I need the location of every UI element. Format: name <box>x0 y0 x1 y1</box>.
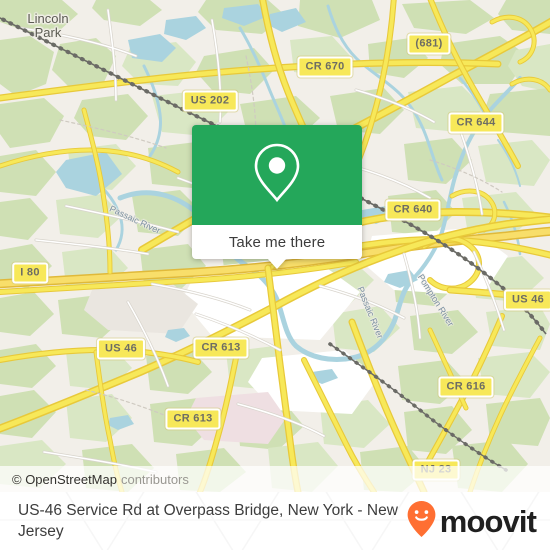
shield-us-46-west[interactable]: US 46 <box>96 338 146 360</box>
location-popup-card[interactable]: Take me there <box>192 125 362 269</box>
take-me-there-label: Take me there <box>228 233 326 251</box>
shield-681[interactable]: (681) <box>407 33 451 55</box>
openstreetmap-contributors[interactable]: contributors <box>121 472 189 487</box>
popup-pointer-tail <box>267 258 287 269</box>
map-canvas[interactable]: .wood { fill: #cfe0b4; } .wood2 { fill: … <box>0 0 550 492</box>
stop-title: US-46 Service Rd at Overpass Bridge, New… <box>18 502 398 540</box>
shield-cr-644[interactable]: CR 644 <box>448 112 504 134</box>
page-footer: US-46 Service Rd at Overpass Bridge, New… <box>0 492 550 550</box>
shield-us-202[interactable]: US 202 <box>182 90 238 112</box>
shield-us-46-east[interactable]: US 46 <box>503 289 550 311</box>
shield-i-80[interactable]: I 80 <box>12 262 48 284</box>
map-attribution: © OpenStreetMap contributors <box>0 466 550 492</box>
openstreetmap-copyright[interactable]: © OpenStreetMap <box>12 472 117 487</box>
popup-card-body <box>192 125 362 225</box>
map-pin-icon <box>253 142 301 209</box>
shield-cr-670[interactable]: CR 670 <box>297 56 353 78</box>
shield-cr-616[interactable]: CR 616 <box>438 376 494 398</box>
moovit-logo[interactable]: moovit <box>406 500 537 543</box>
shield-cr-613-south[interactable]: CR 613 <box>165 408 221 430</box>
moovit-smiley-pin-icon <box>406 500 437 543</box>
moovit-map-screenshot: .wood { fill: #cfe0b4; } .wood2 { fill: … <box>0 0 550 550</box>
shield-cr-613-north[interactable]: CR 613 <box>193 337 249 359</box>
popup-card-footer[interactable]: Take me there <box>192 225 362 269</box>
shield-cr-640[interactable]: CR 640 <box>385 199 441 221</box>
moovit-wordmark: moovit <box>439 503 537 539</box>
